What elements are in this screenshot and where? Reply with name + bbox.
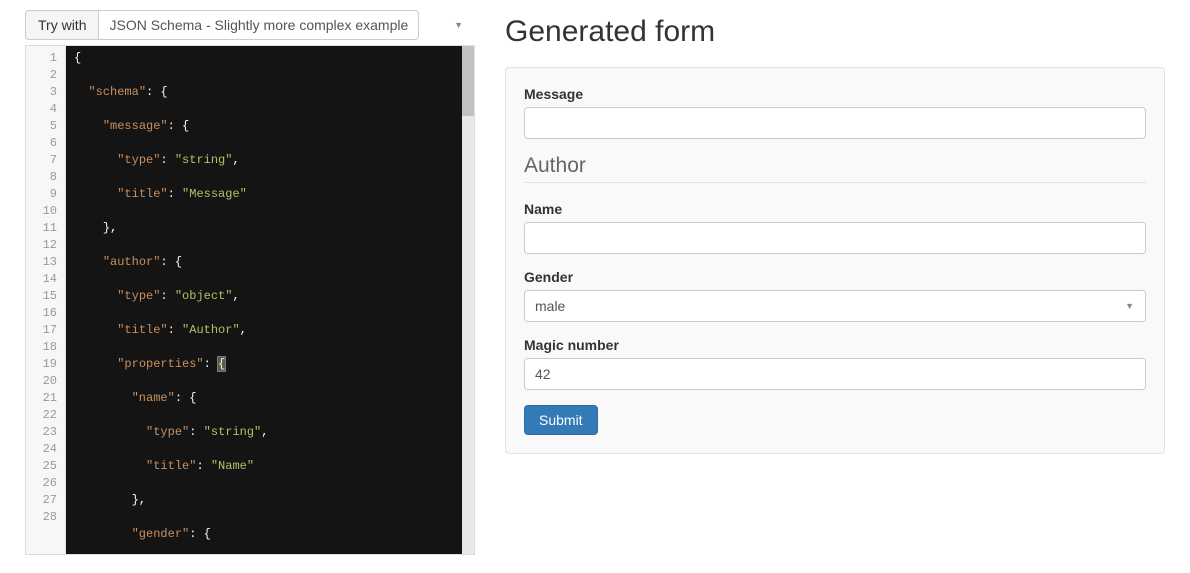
- code-editor[interactable]: 1 2 3 4 5 6 7 8 9 10 11 12 13 14 15 16 1…: [25, 45, 475, 555]
- divider: [524, 182, 1146, 183]
- page-title: Generated form: [505, 15, 1165, 49]
- author-legend: Author: [524, 154, 1146, 178]
- editor-scroll-thumb[interactable]: [462, 46, 474, 116]
- gender-label: Gender: [524, 269, 1146, 285]
- editor-content[interactable]: { "schema": { "message": { "type": "stri…: [66, 46, 462, 554]
- name-input[interactable]: [524, 222, 1146, 254]
- gender-select[interactable]: male: [524, 290, 1146, 322]
- editor-scrollbar[interactable]: [462, 46, 474, 554]
- try-with-button[interactable]: Try with: [25, 10, 98, 40]
- magic-input[interactable]: [524, 358, 1146, 390]
- example-select[interactable]: JSON Schema - Slightly more complex exam…: [98, 10, 419, 40]
- submit-button[interactable]: Submit: [524, 405, 598, 435]
- message-label: Message: [524, 86, 1146, 102]
- magic-label: Magic number: [524, 337, 1146, 353]
- generated-form: Message Author Name Gender male Magic nu…: [505, 67, 1165, 454]
- message-input[interactable]: [524, 107, 1146, 139]
- name-label: Name: [524, 201, 1146, 217]
- editor-gutter: 1 2 3 4 5 6 7 8 9 10 11 12 13 14 15 16 1…: [26, 46, 66, 554]
